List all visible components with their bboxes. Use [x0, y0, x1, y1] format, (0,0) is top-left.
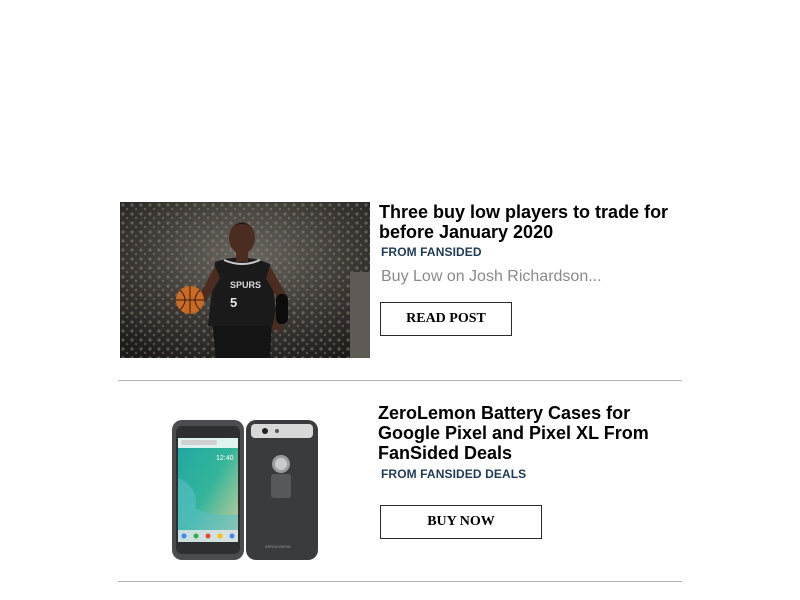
- phone-time: 12:40: [216, 455, 234, 462]
- buy-now-button[interactable]: BUY NOW: [380, 505, 542, 539]
- phone-case-image: 12:40 ZEROLEMON: [172, 420, 318, 560]
- article-source: FROM FANSIDED: [381, 245, 482, 259]
- jersey-text: SPURS: [230, 280, 261, 290]
- article-thumbnail-basketball[interactable]: SPURS 5: [120, 202, 370, 358]
- article-title[interactable]: ZeroLemon Battery Cases for Google Pixel…: [378, 403, 688, 463]
- case-brand: ZEROLEMON: [265, 544, 290, 549]
- article-title[interactable]: Three buy low players to trade for befor…: [379, 202, 689, 242]
- divider: [118, 581, 682, 582]
- article-source: FROM FANSIDED DEALS: [381, 467, 527, 481]
- article-excerpt: Buy Low on Josh Richardson...: [381, 268, 602, 285]
- divider: [118, 380, 682, 381]
- read-post-button[interactable]: READ POST: [380, 302, 512, 336]
- jersey-number: 5: [230, 295, 237, 310]
- article-thumbnail-phone-case[interactable]: 12:40 ZEROLEMON: [120, 418, 370, 560]
- article-card-1: SPURS 5 Three buy low players to trade f…: [0, 0, 800, 382]
- basketball-player-image: SPURS 5: [120, 202, 370, 358]
- article-card-2: 12:40 ZEROLEMON ZeroLemon Battery Cases …: [0, 382, 800, 600]
